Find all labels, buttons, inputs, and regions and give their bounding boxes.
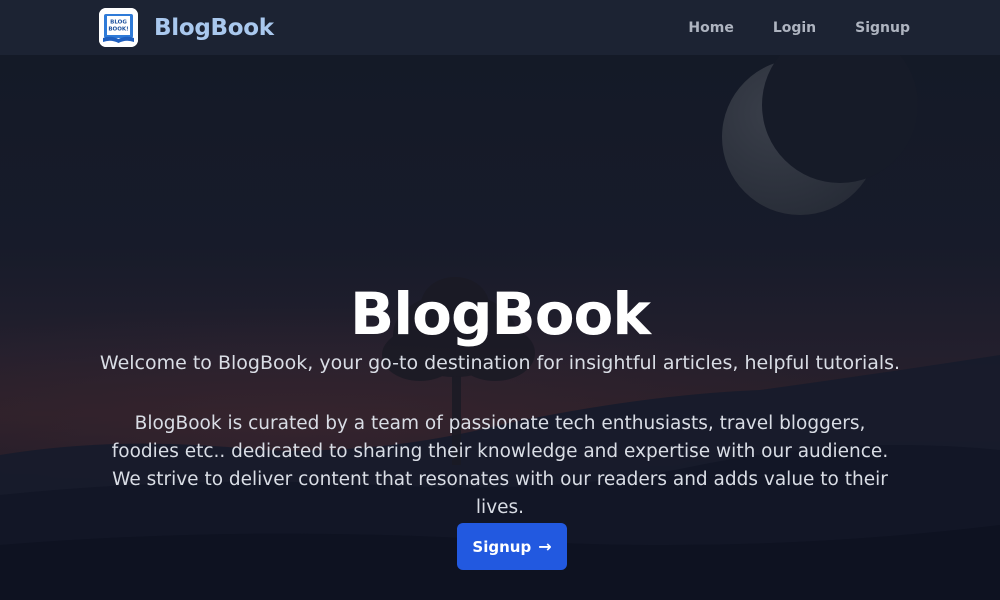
signup-cta-label: Signup xyxy=(472,537,532,556)
hero-title: BlogBook xyxy=(350,280,651,348)
arrow-right-icon: → xyxy=(538,537,552,556)
logo-text-line1: BLOG xyxy=(110,20,127,26)
hero-tagline: Welcome to BlogBook, your go-to destinat… xyxy=(99,352,901,374)
hero-section: BlogBook Welcome to BlogBook, your go-to… xyxy=(0,55,1000,600)
nav-signup[interactable]: Signup xyxy=(855,20,910,36)
logo-text-line2: BOOK! xyxy=(108,27,128,33)
brand-link[interactable]: BLOG BOOK! BlogBook xyxy=(99,8,274,47)
signup-cta-button[interactable]: Signup → xyxy=(457,523,567,570)
nav-home[interactable]: Home xyxy=(688,20,733,36)
brand-name: BlogBook xyxy=(154,14,274,41)
nav-links: Home Login Signup xyxy=(688,0,910,55)
navbar: BLOG BOOK! BlogBook Home Login Signup xyxy=(0,0,1000,55)
page: BLOG BOOK! BlogBook Home Login Signup Bl… xyxy=(0,0,1000,600)
hero-description: BlogBook is curated by a team of passion… xyxy=(111,413,889,518)
nav-login[interactable]: Login xyxy=(773,20,816,36)
moon-icon xyxy=(722,55,918,215)
logo-book-icon: BLOG BOOK! xyxy=(99,8,138,47)
